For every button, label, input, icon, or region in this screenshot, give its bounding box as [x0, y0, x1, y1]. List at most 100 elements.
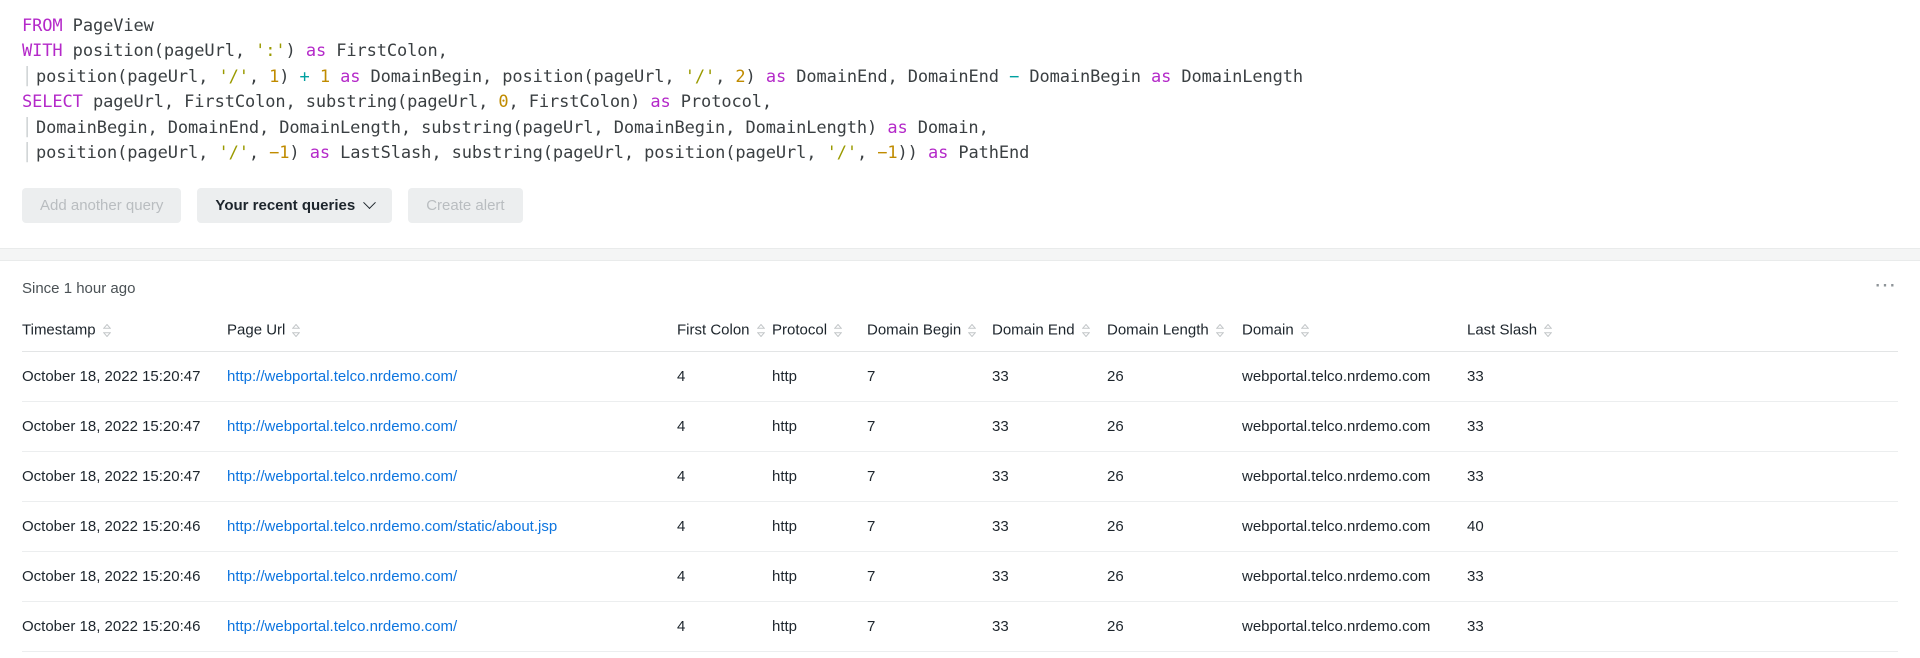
cell-domain-end: 33 [992, 401, 1107, 451]
sort-icon[interactable] [757, 324, 765, 337]
query-toolbar: Add another query Your recent queries Cr… [0, 166, 1920, 223]
create-alert-button[interactable]: Create alert [408, 188, 522, 223]
column-header-timestamp[interactable]: Timestamp [22, 313, 227, 351]
continuation-guide: │ [22, 116, 36, 141]
sort-icon[interactable] [103, 324, 111, 337]
column-header-label: Protocol [772, 322, 827, 339]
code-token: DomainEnd, DomainEnd [786, 67, 1009, 87]
query-editor[interactable]: FROM PageViewWITH position(pageUrl, ':')… [0, 0, 1920, 166]
cell-domain-end: 33 [992, 601, 1107, 651]
cell-domain-begin: 7 [867, 351, 992, 401]
page-url-link[interactable]: http://webportal.telco.nrdemo.com/ [227, 568, 457, 585]
recent-queries-button[interactable]: Your recent queries [197, 188, 392, 223]
page-url-link[interactable]: http://webportal.telco.nrdemo.com/ [227, 368, 457, 385]
table-row[interactable]: October 18, 2022 15:20:47http://webporta… [22, 351, 1898, 401]
cell-last-slash: 33 [1467, 551, 1898, 601]
page-url-link[interactable]: http://webportal.telco.nrdemo.com/ [227, 468, 457, 485]
code-token: DomainBegin, position(pageUrl, [360, 67, 684, 87]
query-line-6: │ position(pageUrl, '/', −1) as LastSlas… [22, 141, 1898, 166]
sort-icon[interactable] [1082, 324, 1090, 337]
query-line-3: │ position(pageUrl, '/', 1) + 1 as Domai… [22, 65, 1898, 90]
cell-domain-length: 26 [1107, 551, 1242, 601]
table-row[interactable]: October 18, 2022 15:20:47http://webporta… [22, 451, 1898, 501]
code-token: , [857, 143, 877, 163]
code-token: 1 [320, 67, 330, 87]
cell-page-url: http://webportal.telco.nrdemo.com/ [227, 401, 677, 451]
table-row[interactable]: October 18, 2022 15:20:46http://webporta… [22, 551, 1898, 601]
column-header-domain-begin[interactable]: Domain Begin [867, 313, 992, 351]
more-options-icon[interactable]: ⋯ [1874, 279, 1898, 297]
page-url-link[interactable]: http://webportal.telco.nrdemo.com/ [227, 418, 457, 435]
code-token: −1 [269, 143, 289, 163]
cell-domain-begin: 7 [867, 551, 992, 601]
cell-domain-begin: 7 [867, 601, 992, 651]
code-token: , [249, 143, 269, 163]
cell-last-slash: 33 [1467, 351, 1898, 401]
column-header-first-colon[interactable]: First Colon [677, 313, 772, 351]
page-url-link[interactable]: http://webportal.telco.nrdemo.com/static… [227, 518, 557, 535]
cell-domain: webportal.telco.nrdemo.com [1242, 401, 1467, 451]
code-token: as [650, 92, 670, 112]
cell-first-colon: 4 [677, 351, 772, 401]
code-token: 2 [735, 67, 745, 87]
query-line-1: FROM PageView [22, 14, 1898, 39]
code-token: '/' [685, 67, 715, 87]
code-token: position(pageUrl, [36, 67, 218, 87]
cell-last-slash: 40 [1467, 501, 1898, 551]
cell-first-colon: 4 [677, 551, 772, 601]
cell-domain-end: 33 [992, 351, 1107, 401]
cell-domain: webportal.telco.nrdemo.com [1242, 501, 1467, 551]
cell-protocol: http [772, 651, 867, 658]
query-code[interactable]: FROM PageViewWITH position(pageUrl, ':')… [22, 14, 1898, 166]
cell-page-url: http://webportal.telco.nrdemo.com/ [227, 451, 677, 501]
table-row[interactable]: October 18, 2022 15:20:46http://webporta… [22, 601, 1898, 651]
code-token: 1 [269, 67, 279, 87]
code-token: PathEnd [948, 143, 1029, 163]
continuation-guide: │ [22, 141, 36, 166]
code-token: LastSlash, substring(pageUrl, position(p… [330, 143, 827, 163]
code-token: , FirstColon) [508, 92, 650, 112]
column-header-last-slash[interactable]: Last Slash [1467, 313, 1898, 351]
column-header-label: Domain [1242, 322, 1294, 339]
sort-icon[interactable] [1544, 324, 1552, 337]
column-header-domain[interactable]: Domain [1242, 313, 1467, 351]
code-token: PageView [63, 16, 154, 36]
code-token: , [715, 67, 735, 87]
table-row[interactable]: October 18, 2022 15:20:46http://webporta… [22, 501, 1898, 551]
sort-icon[interactable] [1216, 324, 1224, 337]
chevron-down-icon [363, 197, 376, 210]
code-token: ':' [255, 41, 285, 61]
cell-page-url: http://webportal.telco.nrdemo.com/static… [227, 501, 677, 551]
code-token: as [1151, 67, 1171, 87]
sort-icon[interactable] [968, 324, 976, 337]
table-row[interactable]: October 18, 2022 15:20:46http://webporta… [22, 651, 1898, 658]
code-token: '/' [218, 143, 248, 163]
cell-domain: webportal.telco.nrdemo.com [1242, 551, 1467, 601]
sort-icon[interactable] [1301, 324, 1309, 337]
cell-first-colon: 4 [677, 501, 772, 551]
column-header-domain-length[interactable]: Domain Length [1107, 313, 1242, 351]
cell-last-slash: 33 [1467, 601, 1898, 651]
nrql-query-builder: FROM PageViewWITH position(pageUrl, ':')… [0, 0, 1920, 658]
column-header-protocol[interactable]: Protocol [772, 313, 867, 351]
cell-timestamp: October 18, 2022 15:20:46 [22, 651, 227, 658]
cell-domain-begin: 7 [867, 401, 992, 451]
cell-domain-end: 33 [992, 501, 1107, 551]
cell-domain-length: 26 [1107, 601, 1242, 651]
code-token: as [310, 143, 330, 163]
cell-domain-end: 33 [992, 651, 1107, 658]
sort-icon[interactable] [834, 324, 842, 337]
table-row[interactable]: October 18, 2022 15:20:47http://webporta… [22, 401, 1898, 451]
code-token: position(pageUrl, [63, 41, 256, 61]
column-header-page-url[interactable]: Page Url [227, 313, 677, 351]
sort-icon[interactable] [292, 324, 300, 337]
cell-domain: webportal.telco.nrdemo.com [1242, 651, 1467, 658]
code-token: ) [746, 67, 766, 87]
query-line-5: │ DomainBegin, DomainEnd, DomainLength, … [22, 116, 1898, 141]
cell-first-colon: 4 [677, 601, 772, 651]
code-token: position(pageUrl, [36, 143, 218, 163]
add-another-query-button[interactable]: Add another query [22, 188, 181, 223]
cell-protocol: http [772, 601, 867, 651]
page-url-link[interactable]: http://webportal.telco.nrdemo.com/ [227, 618, 457, 635]
column-header-domain-end[interactable]: Domain End [992, 313, 1107, 351]
